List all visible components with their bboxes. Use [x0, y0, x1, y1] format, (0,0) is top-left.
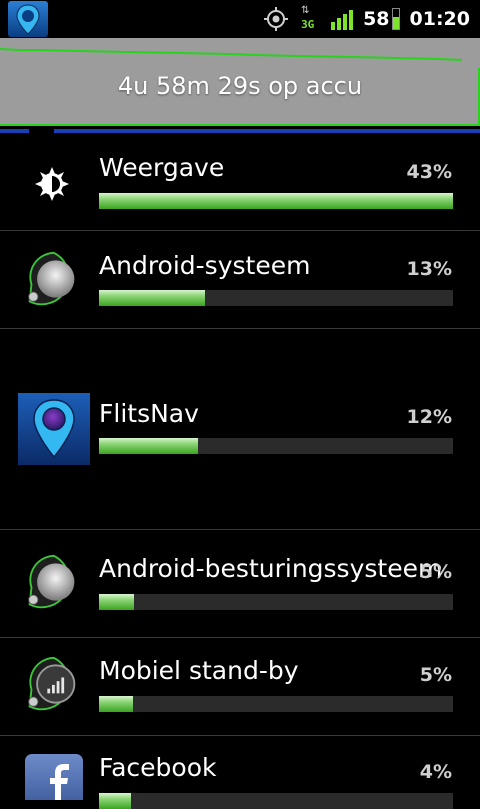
- usage-bar: [99, 193, 453, 209]
- usage-bar-track: [99, 290, 453, 306]
- facebook-icon: [25, 754, 83, 809]
- usage-bar: [99, 438, 199, 454]
- network-type-label: 3G: [301, 18, 315, 31]
- flitsnav-notification-icon[interactable]: [8, 1, 48, 37]
- android-system-icon: [24, 251, 80, 311]
- usage-bar: [99, 290, 206, 306]
- battery-icon: [391, 8, 400, 30]
- usage-item-name: Weergave: [99, 153, 225, 182]
- usage-item-facebook[interactable]: Facebook 4%: [0, 736, 480, 809]
- gps-icon: [263, 6, 289, 32]
- usage-bar-track: [99, 696, 453, 712]
- usage-bar-track: [99, 193, 453, 209]
- usage-item-percent: 12%: [406, 406, 452, 428]
- usage-item-percent: 5%: [419, 561, 452, 583]
- usage-item-name: Mobiel stand-by: [99, 656, 299, 685]
- battery-level-text: 58: [363, 8, 390, 30]
- usage-item-android-systeem[interactable]: Android-systeem 13%: [0, 231, 480, 329]
- data-arrows-icon: ⇅: [301, 5, 310, 16]
- battery-graph[interactable]: 4u 58m 29s op accu: [0, 38, 480, 126]
- usage-item-percent: 5%: [419, 664, 452, 686]
- usage-item-android-besturingssysteem[interactable]: Android-besturingssysteem 5%: [0, 530, 480, 638]
- usage-item-percent: 43%: [406, 161, 452, 183]
- usage-bar: [99, 793, 131, 809]
- usage-bar: [99, 594, 135, 610]
- usage-item-name: Android-besturingssysteem: [99, 554, 443, 583]
- status-bar: ⇅ 3G 58 01:20: [0, 0, 480, 38]
- usage-bar-track: [99, 438, 453, 454]
- usage-item-flitsnav[interactable]: FlitsNav 12%: [0, 329, 480, 530]
- flitsnav-icon: [18, 393, 90, 469]
- usage-item-percent: 13%: [406, 258, 452, 280]
- usage-item-name: FlitsNav: [99, 399, 199, 428]
- usage-bar-track: [99, 594, 453, 610]
- usage-bar-track: [99, 793, 453, 809]
- usage-item-name: Facebook: [99, 753, 217, 782]
- battery-remaining-text: 4u 58m 29s op accu: [117, 72, 363, 100]
- display-brightness-icon: [34, 166, 70, 206]
- mobile-standby-icon: [24, 656, 80, 716]
- network-3g-icon: ⇅ 3G: [299, 6, 321, 32]
- usage-item-mobiel-stand-by[interactable]: Mobiel stand-by 5%: [0, 638, 480, 736]
- android-os-icon: [24, 554, 80, 614]
- usage-item-weergave[interactable]: Weergave 43%: [0, 133, 480, 231]
- clock: 01:20: [409, 8, 470, 30]
- usage-bar: [99, 696, 133, 712]
- usage-item-name: Android-systeem: [99, 251, 311, 280]
- signal-strength-icon: [331, 8, 354, 30]
- usage-item-percent: 4%: [419, 761, 452, 783]
